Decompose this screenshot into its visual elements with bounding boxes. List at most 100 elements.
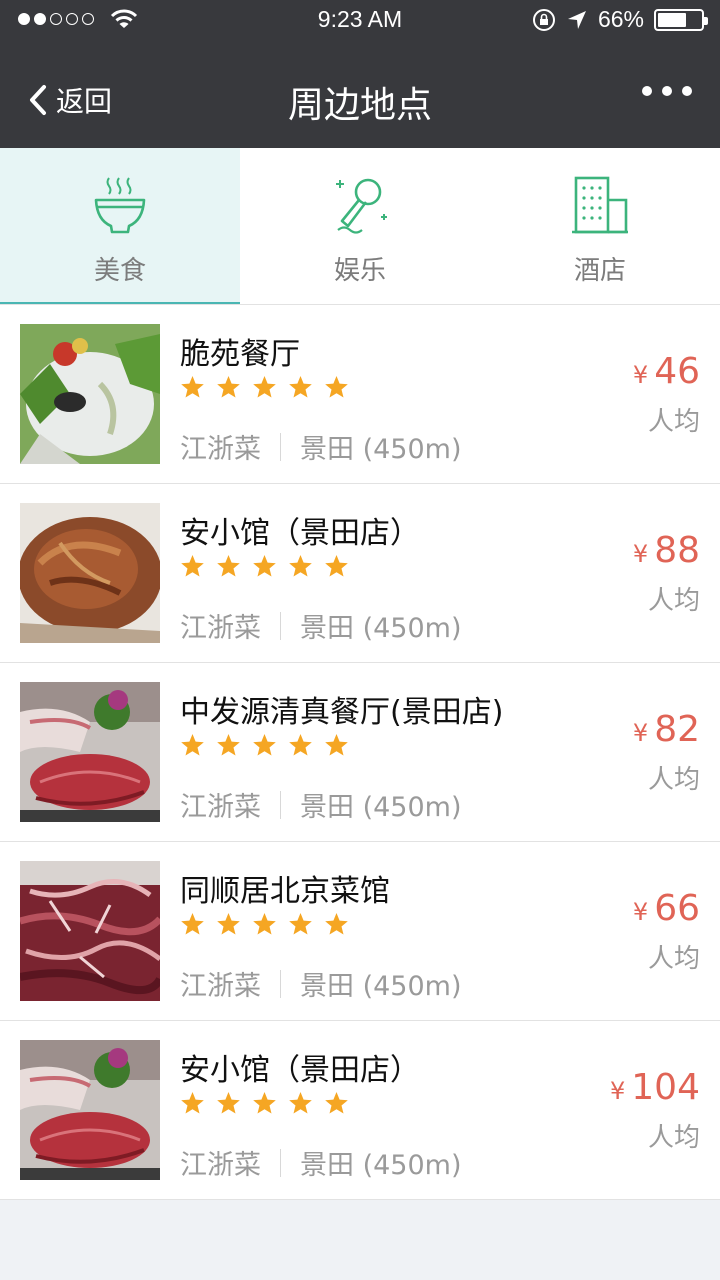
- divider: [280, 790, 281, 819]
- currency-symbol: ¥: [610, 1077, 626, 1105]
- star-icon: [325, 555, 348, 577]
- currency-symbol: ¥: [632, 719, 649, 747]
- divider: [280, 432, 281, 461]
- price-value: 46: [654, 351, 700, 392]
- sliced-meat-photo: [20, 861, 160, 1001]
- star-icon: [289, 913, 312, 935]
- battery-icon: [654, 8, 708, 31]
- star-rating: [180, 1091, 349, 1115]
- price: ¥104: [610, 1067, 700, 1108]
- nav-bar: 返回 周边地点: [0, 42, 720, 148]
- place-meta: 江浙菜 景田 (450m): [180, 606, 462, 645]
- tab-label: 美食: [93, 256, 146, 286]
- divider: [280, 969, 281, 998]
- star-icon: [181, 555, 204, 577]
- star-icon: [325, 1092, 348, 1114]
- place-name: 脆苑餐厅: [180, 337, 300, 372]
- star-icon: [181, 1092, 204, 1114]
- per-person-label: 人均: [647, 407, 700, 437]
- star-icon: [289, 734, 312, 756]
- star-icon: [325, 913, 348, 935]
- star-icon: [217, 734, 240, 756]
- star-icon: [289, 376, 312, 398]
- more-dot: [642, 86, 652, 96]
- price: ¥46: [633, 351, 700, 392]
- page-title: 周边地点: [287, 85, 432, 126]
- price-value: 66: [654, 888, 700, 929]
- star-icon: [289, 555, 312, 577]
- beef-platter-photo: [20, 1040, 160, 1180]
- per-person-label: 人均: [647, 1123, 700, 1153]
- star-icon: [181, 734, 204, 756]
- price: ¥66: [633, 888, 700, 929]
- cuisine-label: 江浙菜: [180, 971, 261, 1002]
- salad-dish-photo: [20, 324, 160, 464]
- tab-food[interactable]: 美食: [0, 148, 240, 304]
- star-icon: [181, 376, 204, 398]
- place-name: 安小馆（景田店）: [180, 1053, 420, 1088]
- star-icon: [217, 913, 240, 935]
- star-rating: [180, 733, 349, 757]
- tab-hotel[interactable]: 酒店: [480, 148, 720, 304]
- status-right: 66%: [532, 6, 708, 33]
- category-tabs: 美食 娱乐 酒店: [0, 148, 720, 305]
- star-rating: [180, 912, 349, 936]
- star-icon: [217, 555, 240, 577]
- star-icon: [253, 1092, 276, 1114]
- list-item[interactable]: 同顺居北京菜馆 江浙菜 景田 (450m) ¥66 人均: [0, 842, 720, 1021]
- star-rating: [180, 375, 349, 399]
- star-icon: [325, 734, 348, 756]
- braised-dish-photo: [20, 503, 160, 643]
- status-bar: 9:23 AM 66%: [0, 0, 720, 42]
- star-icon: [289, 1092, 312, 1114]
- beef-platter-photo: [20, 682, 160, 822]
- more-dot: [662, 86, 672, 96]
- cuisine-label: 江浙菜: [180, 1150, 261, 1181]
- tab-label: 娱乐: [333, 256, 386, 286]
- currency-symbol: ¥: [632, 898, 649, 926]
- top-bar: 9:23 AM 66% 返回 周边地点: [0, 0, 720, 148]
- battery-percent: 66%: [597, 6, 644, 32]
- per-person-label: 人均: [647, 944, 700, 974]
- price: ¥88: [633, 530, 700, 571]
- list-item[interactable]: 脆苑餐厅 江浙菜 景田 (450m) ¥46 人均: [0, 305, 720, 484]
- location-arrow-icon: [567, 10, 586, 29]
- list-item[interactable]: 安小馆（景田店） 江浙菜 景田 (450m) ¥104 人均: [0, 1021, 720, 1200]
- location-label: 景田 (450m): [300, 613, 462, 644]
- rice-bowl-icon: [94, 177, 146, 234]
- star-icon: [253, 913, 276, 935]
- star-icon: [181, 913, 204, 935]
- place-meta: 江浙菜 景田 (450m): [180, 427, 462, 466]
- place-list: 脆苑餐厅 江浙菜 景田 (450m) ¥46 人均 安小馆（景田店） 江浙菜 景…: [0, 305, 720, 1200]
- location-label: 景田 (450m): [300, 434, 462, 465]
- per-person-label: 人均: [647, 765, 700, 795]
- star-icon: [217, 376, 240, 398]
- place-meta: 江浙菜 景田 (450m): [180, 785, 462, 824]
- currency-symbol: ¥: [632, 540, 649, 568]
- place-name: 同顺居北京菜馆: [180, 874, 390, 909]
- location-label: 景田 (450m): [300, 1150, 462, 1181]
- location-label: 景田 (450m): [300, 792, 462, 823]
- location-label: 景田 (450m): [300, 971, 462, 1002]
- hotel-building-icon: [572, 176, 628, 234]
- tab-label: 酒店: [573, 256, 626, 286]
- more-dot: [682, 86, 692, 96]
- list-item[interactable]: 安小馆（景田店） 江浙菜 景田 (450m) ¥88 人均: [0, 484, 720, 663]
- price-value: 82: [654, 709, 700, 750]
- star-icon: [325, 376, 348, 398]
- more-button[interactable]: [642, 86, 692, 96]
- price-value: 104: [631, 1067, 700, 1108]
- cuisine-label: 江浙菜: [180, 792, 261, 823]
- star-icon: [217, 1092, 240, 1114]
- place-name: 中发源清真餐厅(景田店): [180, 695, 504, 730]
- divider: [280, 1148, 281, 1177]
- star-icon: [253, 734, 276, 756]
- list-item[interactable]: 中发源清真餐厅(景田店) 江浙菜 景田 (450m) ¥82 人均: [0, 663, 720, 842]
- currency-symbol: ¥: [632, 361, 649, 389]
- tab-entertainment[interactable]: 娱乐: [240, 148, 480, 304]
- price-value: 88: [654, 530, 700, 571]
- battery-level: [658, 12, 686, 27]
- star-icon: [253, 555, 276, 577]
- place-meta: 江浙菜 景田 (450m): [180, 964, 462, 1003]
- place-meta: 江浙菜 景田 (450m): [180, 1143, 462, 1182]
